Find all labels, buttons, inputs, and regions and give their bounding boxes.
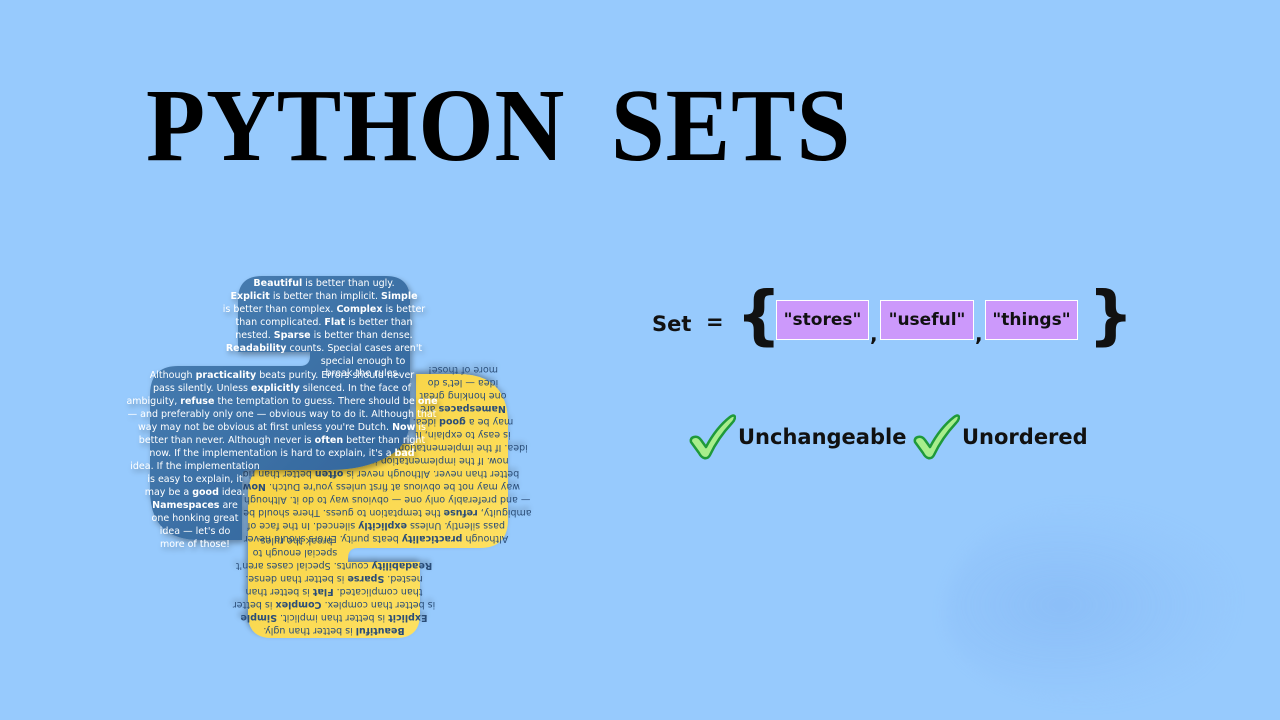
zen-text-line: — and preferably only one — obvious way … xyxy=(221,494,530,505)
zen-text-line: special enough to xyxy=(253,547,338,558)
property-label: Unchangeable xyxy=(738,425,907,449)
zen-text-line: idea — let's do xyxy=(428,377,499,388)
zen-text-line: Beautiful is better than ugly. xyxy=(263,625,404,636)
zen-text-line: is better than complex. Complex is bette… xyxy=(223,304,426,315)
zen-text-line: may be a good idea. xyxy=(145,487,246,498)
python-logo: Beautiful is better than ugly. Explicit i… xyxy=(126,276,532,638)
zen-text-line: nested. Sparse is better than dense. xyxy=(245,573,422,584)
property-unordered: Unordered xyxy=(912,414,1088,460)
comma-separator: , xyxy=(870,322,878,346)
zen-text-line: Although practicality beats purity. Erro… xyxy=(244,533,509,544)
zen-text-line: one honking great xyxy=(152,513,239,524)
zen-text-line: better than never. Although never is oft… xyxy=(139,435,426,446)
zen-text-line: way may not be obvious at first unless y… xyxy=(232,481,520,492)
check-icon xyxy=(913,414,960,460)
set-element: "things" xyxy=(985,300,1078,340)
equals-sign: = xyxy=(706,310,724,334)
zen-text-line: pass silently. Unless explicitly silence… xyxy=(246,520,505,531)
check-icon xyxy=(689,414,736,460)
zen-text-line: more of those! xyxy=(160,539,230,550)
zen-text-line: Although practicality beats purity. Erro… xyxy=(150,370,415,381)
zen-text-line: Beautiful is better than ugly. xyxy=(253,278,394,289)
zen-text-line: than complicated. Flat is better than xyxy=(246,586,423,597)
zen-text-line: idea. If the implementation xyxy=(130,461,259,472)
zen-text-line: ambiguity, refuse the temptation to gues… xyxy=(220,507,531,518)
zen-text-line: more of those! xyxy=(428,364,498,375)
zen-text-line: — and preferably only one — obvious way … xyxy=(128,409,437,420)
zen-text-line: Explicit is better than implicit. Simple xyxy=(230,291,417,302)
zen-text-line: now. If the implementation is hard to ex… xyxy=(149,448,414,459)
zen-text-line: ambiguity, refuse the temptation to gues… xyxy=(126,396,437,407)
zen-text-line: special enough to xyxy=(321,356,406,367)
zen-text-line: is easy to explain, it xyxy=(147,474,243,485)
zen-text-line: nested. Sparse is better than dense. xyxy=(235,330,412,341)
zen-text-line: Readability counts. Special cases aren't xyxy=(226,343,423,354)
zen-text-line: pass silently. Unless explicitly silence… xyxy=(153,383,412,394)
zen-text-line: is easy to explain, it xyxy=(415,429,511,440)
property-unchangeable: Unchangeable xyxy=(688,414,906,460)
set-element: "stores" xyxy=(776,300,869,340)
property-label: Unordered xyxy=(962,425,1088,449)
zen-text-line: idea — let's do xyxy=(160,526,231,537)
set-variable-name: Set xyxy=(652,312,692,336)
close-brace: } xyxy=(1088,279,1134,353)
comma-separator: , xyxy=(975,322,983,346)
zen-text-line: than complicated. Flat is better than xyxy=(236,317,413,328)
zen-text-line: Namespaces are xyxy=(152,500,238,511)
zen-text-line: Readability counts. Special cases aren't xyxy=(236,560,433,571)
open-brace: { xyxy=(736,279,782,353)
zen-text-line: way may not be obvious at first unless y… xyxy=(138,422,426,433)
zen-text-line: Explicit is better than implicit. Simple xyxy=(240,612,427,623)
set-element: "useful" xyxy=(880,300,974,340)
zen-text-line: is better than complex. Complex is bette… xyxy=(233,599,436,610)
